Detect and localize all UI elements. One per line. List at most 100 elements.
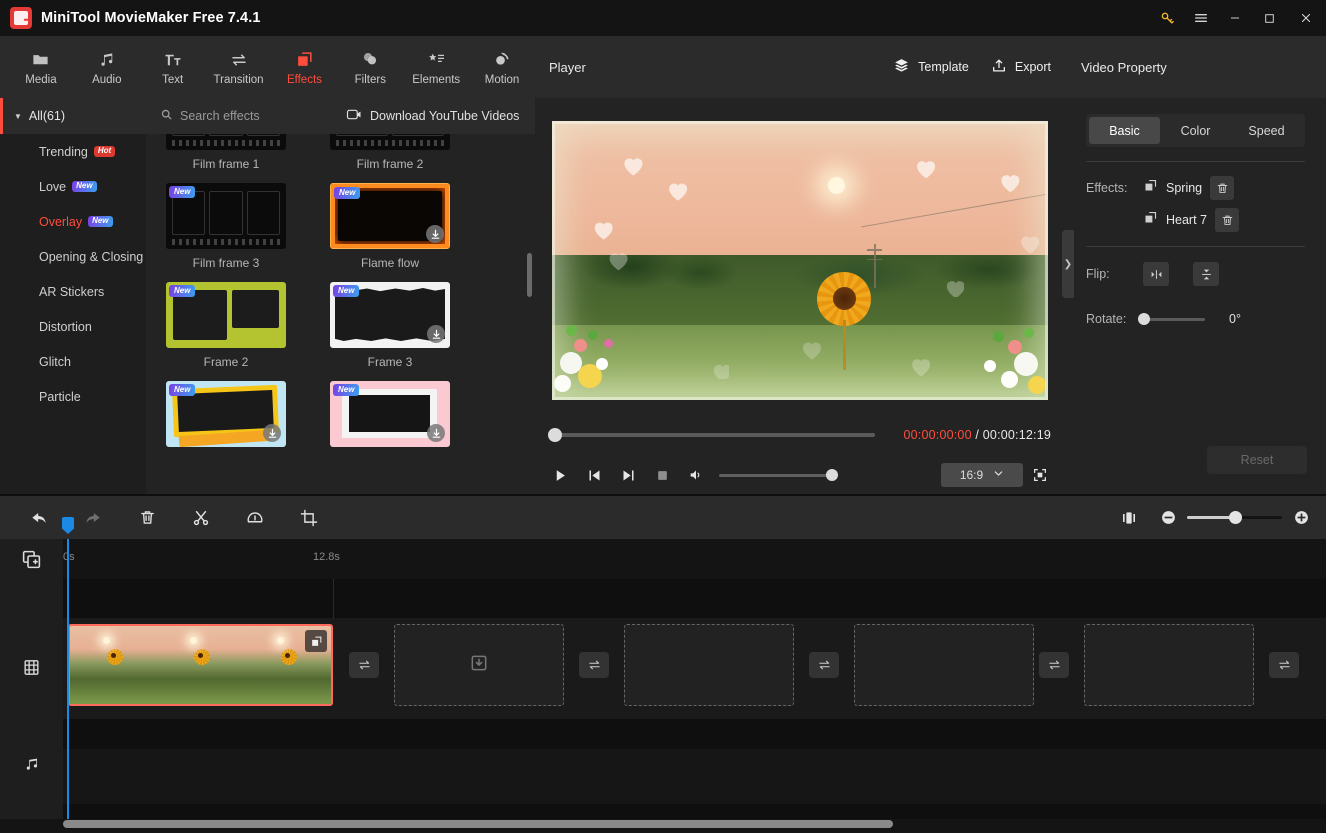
panel-collapse-handle[interactable]: ❯ xyxy=(1062,230,1074,298)
effect-thumbnail[interactable]: New xyxy=(166,282,286,348)
zoom-in-icon[interactable] xyxy=(1292,509,1310,527)
download-youtube-button[interactable]: Download YouTube Videos xyxy=(346,108,519,124)
export-button[interactable]: Export xyxy=(991,57,1051,77)
effect-item-frame-3[interactable]: New Frame 3 xyxy=(330,282,450,381)
crop-button[interactable] xyxy=(290,501,328,535)
nav-item-text[interactable]: Text xyxy=(140,38,206,96)
reset-button[interactable]: Reset xyxy=(1207,446,1307,474)
download-icon[interactable] xyxy=(263,424,281,442)
category-love[interactable]: Love New xyxy=(0,169,146,204)
key-icon[interactable] xyxy=(1150,0,1184,36)
video-preview[interactable] xyxy=(552,121,1048,400)
zoom-handle[interactable] xyxy=(1229,511,1242,524)
next-frame-button[interactable] xyxy=(611,458,645,492)
effect-thumbnail[interactable]: New xyxy=(330,381,450,447)
category-ar-stickers[interactable]: AR Stickers xyxy=(0,274,146,309)
effect-item-frame-2[interactable]: New Frame 2 xyxy=(166,282,286,381)
clip-effect-badge-icon[interactable] xyxy=(305,630,327,652)
fullscreen-button[interactable] xyxy=(1023,458,1057,492)
transition-slot-3[interactable] xyxy=(809,652,839,678)
nav-item-effects[interactable]: Effects xyxy=(272,38,338,96)
nav-item-media[interactable]: Media xyxy=(8,38,74,96)
nav-item-elements[interactable]: Elements xyxy=(403,38,469,96)
redo-button[interactable] xyxy=(74,501,112,535)
category-trending[interactable]: Trending Hot xyxy=(0,134,146,169)
volume-slider[interactable] xyxy=(719,469,838,481)
effect-thumbnail[interactable]: New xyxy=(330,183,450,249)
effect-thumbnail[interactable] xyxy=(330,134,450,150)
maximize-icon[interactable] xyxy=(1252,0,1286,36)
download-icon[interactable] xyxy=(427,424,445,442)
search-effects-box[interactable] xyxy=(146,108,346,124)
effect-item-film-frame-1[interactable]: Film frame 1 xyxy=(166,134,286,183)
menu-icon[interactable] xyxy=(1184,0,1218,36)
timeline-hscrollbar[interactable] xyxy=(63,820,893,828)
previous-frame-button[interactable] xyxy=(577,458,611,492)
delete-button[interactable] xyxy=(128,501,166,535)
rotate-slider[interactable] xyxy=(1138,313,1205,325)
timeline-ruler[interactable]: 0s 12.8s xyxy=(63,539,1326,579)
clip-placeholder-4[interactable] xyxy=(1084,624,1254,706)
category-distortion[interactable]: Distortion xyxy=(0,309,146,344)
speed-button[interactable] xyxy=(236,501,274,535)
nav-item-filters[interactable]: Filters xyxy=(337,38,403,96)
delete-effect-heart7-button[interactable] xyxy=(1215,208,1239,232)
clip-placeholder-1[interactable] xyxy=(394,624,564,706)
flip-vertical-button[interactable] xyxy=(1193,262,1219,286)
effect-item-birthday-frame[interactable]: New xyxy=(166,381,286,459)
volume-handle[interactable] xyxy=(826,469,838,481)
effects-scrollbar[interactable] xyxy=(527,253,532,297)
category-overlay[interactable]: Overlay New xyxy=(0,204,146,239)
template-button[interactable]: Template xyxy=(893,57,969,77)
close-icon[interactable] xyxy=(1286,0,1326,36)
transition-slot-5[interactable] xyxy=(1269,652,1299,678)
category-particle[interactable]: Particle xyxy=(0,379,146,414)
zoom-slider[interactable] xyxy=(1187,511,1282,524)
split-button[interactable] xyxy=(182,501,220,535)
zoom-out-icon[interactable] xyxy=(1159,509,1177,527)
applied-effect-spring[interactable]: Spring xyxy=(1143,176,1235,200)
effect-item-pink-frame[interactable]: New xyxy=(330,381,450,459)
search-input[interactable] xyxy=(180,109,330,123)
category-all[interactable]: ▼ All(61) xyxy=(0,98,146,134)
download-icon[interactable] xyxy=(427,325,445,343)
aspect-ratio-select[interactable]: 16:9 xyxy=(941,463,1023,487)
flip-horizontal-button[interactable] xyxy=(1143,262,1169,286)
effect-item-film-frame-2[interactable]: Film frame 2 xyxy=(330,134,450,183)
nav-item-motion[interactable]: Motion xyxy=(469,38,535,96)
play-button[interactable] xyxy=(543,458,577,492)
snapshot-button[interactable] xyxy=(645,458,679,492)
audio-track[interactable] xyxy=(63,749,1326,804)
clip-placeholder-2[interactable] xyxy=(624,624,794,706)
delete-effect-spring-button[interactable] xyxy=(1210,176,1235,200)
download-icon[interactable] xyxy=(426,225,444,243)
transition-slot-2[interactable] xyxy=(579,652,609,678)
category-glitch[interactable]: Glitch xyxy=(0,344,146,379)
fit-timeline-icon[interactable] xyxy=(1117,506,1141,530)
nav-item-audio[interactable]: Audio xyxy=(74,38,140,96)
effect-thumbnail[interactable]: New xyxy=(166,183,286,249)
effect-item-flame-flow[interactable]: New Flame flow xyxy=(330,183,450,282)
music-note-icon[interactable] xyxy=(0,731,63,797)
playhead[interactable] xyxy=(62,517,74,819)
tab-basic[interactable]: Basic xyxy=(1089,117,1160,144)
category-opening-closing[interactable]: Opening & Closing xyxy=(0,239,146,274)
clip-placeholder-3[interactable] xyxy=(854,624,1034,706)
film-strip-icon[interactable] xyxy=(0,617,63,717)
undo-button[interactable] xyxy=(20,501,58,535)
seek-handle[interactable] xyxy=(548,428,562,442)
tab-color[interactable]: Color xyxy=(1160,117,1231,144)
add-media-icon[interactable] xyxy=(0,539,63,579)
video-clip-selected[interactable] xyxy=(68,624,333,706)
applied-effect-heart7[interactable]: Heart 7 xyxy=(1143,208,1239,232)
nav-item-transition[interactable]: Transition xyxy=(206,38,272,96)
effect-item-film-frame-3[interactable]: New Film frame 3 xyxy=(166,183,286,282)
volume-button[interactable] xyxy=(679,458,713,492)
effect-thumbnail[interactable] xyxy=(166,134,286,150)
effect-thumbnail[interactable]: New xyxy=(330,282,450,348)
seek-slider[interactable] xyxy=(548,428,875,442)
rotate-handle[interactable] xyxy=(1138,313,1150,325)
effect-thumbnail[interactable]: New xyxy=(166,381,286,447)
minimize-icon[interactable] xyxy=(1218,0,1252,36)
tab-speed[interactable]: Speed xyxy=(1231,117,1302,144)
